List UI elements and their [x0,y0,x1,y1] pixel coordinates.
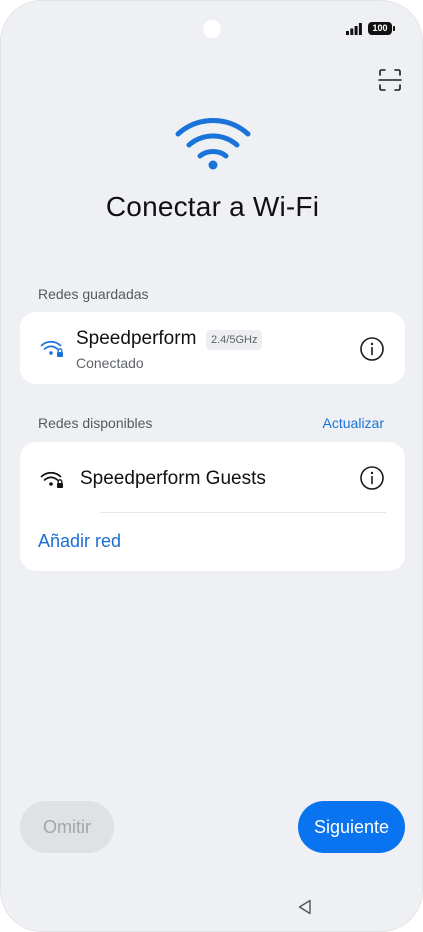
signal-icon [346,22,362,35]
refresh-link[interactable]: Actualizar [323,415,384,431]
network-name: Speedperform [76,328,197,349]
band-badge: 2.4/5GHz [206,330,263,350]
qr-scan-button[interactable] [375,65,405,95]
saved-networks-card: Speedperform 2.4/5GHz Conectado [20,312,405,384]
skip-button[interactable]: Omitir [20,801,114,853]
status-bar: 100 [346,22,395,35]
divider [100,512,386,513]
page-title: Conectar a Wi-Fi [105,191,320,222]
next-button[interactable]: Siguiente [298,801,405,853]
wifi-lock-icon [40,471,63,488]
saved-networks-label: Redes guardadas [38,286,149,302]
back-nav-icon[interactable] [296,898,314,916]
battery-icon: 100 [368,22,395,35]
connection-status: Conectado [76,355,144,371]
available-networks-card: Speedperform Guests Añadir red [20,442,405,571]
info-icon[interactable] [359,336,385,362]
wifi-lock-icon [40,340,63,357]
network-item-speedperform[interactable]: Speedperform 2.4/5GHz Conectado [20,312,405,384]
wifi-icon [175,118,251,170]
front-camera [203,20,221,38]
setup-screen: 100 Conectar a Wi-Fi Redes guardadas Spe… [0,0,423,932]
info-icon[interactable] [359,465,385,491]
network-item-speedperform-guests[interactable]: Speedperform Guests [20,442,405,512]
available-networks-label: Redes disponibles [38,415,153,431]
network-name: Speedperform Guests [80,468,266,489]
add-network-link[interactable]: Añadir red [38,531,121,552]
qr-scan-icon [378,69,402,91]
